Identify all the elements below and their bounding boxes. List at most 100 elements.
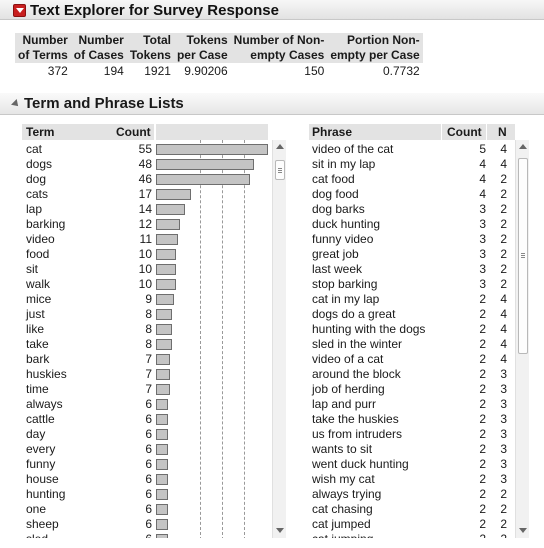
phrase-n: 2 bbox=[500, 262, 507, 276]
term-count: 6 bbox=[145, 397, 152, 411]
term-label: dog bbox=[26, 172, 47, 186]
term-row[interactable]: like 8 bbox=[22, 322, 270, 337]
term-row[interactable]: food 10 bbox=[22, 247, 270, 262]
term-label: video bbox=[26, 232, 55, 246]
phrase-row[interactable]: cat in my lap 2 4 bbox=[309, 292, 515, 307]
term-row[interactable]: day 6 bbox=[22, 427, 270, 442]
phrase-row[interactable]: dog food 4 2 bbox=[309, 187, 515, 202]
phrase-row[interactable]: video of the cat 5 4 bbox=[309, 142, 515, 157]
term-row[interactable]: walk 10 bbox=[22, 277, 270, 292]
phrase-count: 2 bbox=[479, 382, 486, 396]
term-row[interactable]: always 6 bbox=[22, 397, 270, 412]
phrase-row[interactable]: last week 3 2 bbox=[309, 262, 515, 277]
term-count: 7 bbox=[145, 382, 152, 396]
term-list-scrollbar[interactable] bbox=[272, 140, 286, 538]
term-label: huskies bbox=[26, 367, 67, 381]
phrase-count: 2 bbox=[479, 517, 486, 531]
phrase-column-header[interactable]: Phrase bbox=[309, 124, 441, 140]
phrase-row[interactable]: us from intruders 2 3 bbox=[309, 427, 515, 442]
phrase-count: 2 bbox=[479, 412, 486, 426]
phrase-row[interactable]: sit in my lap 4 4 bbox=[309, 157, 515, 172]
phrase-row[interactable]: cat chasing 2 2 bbox=[309, 502, 515, 517]
term-label: walk bbox=[26, 277, 51, 291]
phrase-count: 2 bbox=[479, 397, 486, 411]
term-count-column-header[interactable]: Count bbox=[116, 124, 154, 140]
phrase-row[interactable]: dog barks 3 2 bbox=[309, 202, 515, 217]
phrase-row[interactable]: duck hunting 3 2 bbox=[309, 217, 515, 232]
scroll-up-arrow-icon[interactable] bbox=[519, 144, 527, 149]
term-row[interactable]: dog 46 bbox=[22, 172, 270, 187]
term-count-bar bbox=[156, 519, 168, 530]
phrase-row[interactable]: wish my cat 2 3 bbox=[309, 472, 515, 487]
term-label: sled bbox=[26, 532, 48, 538]
term-count: 6 bbox=[145, 532, 152, 538]
term-list[interactable]: Term Count cat 55 dogs 48 dog 46 cats 17 lap 14 ba… bbox=[22, 124, 292, 538]
term-row[interactable]: mice 9 bbox=[22, 292, 270, 307]
scrollbar-thumb[interactable] bbox=[275, 160, 285, 180]
phrase-label: cat jumping bbox=[312, 532, 373, 538]
term-row[interactable]: house 6 bbox=[22, 472, 270, 487]
term-label: one bbox=[26, 502, 47, 516]
phrase-row[interactable]: cat jumped 2 2 bbox=[309, 517, 515, 532]
term-count-bar bbox=[156, 219, 180, 230]
term-row[interactable]: video 11 bbox=[22, 232, 270, 247]
term-row[interactable]: sheep 6 bbox=[22, 517, 270, 532]
phrase-label: video of a cat bbox=[312, 352, 384, 366]
phrase-n: 4 bbox=[500, 337, 507, 351]
term-row[interactable]: cat 55 bbox=[22, 142, 270, 157]
term-row[interactable]: huskies 7 bbox=[22, 367, 270, 382]
term-row[interactable]: hunting 6 bbox=[22, 487, 270, 502]
phrase-row[interactable]: lap and purr 2 3 bbox=[309, 397, 515, 412]
red-triangle-menu-icon[interactable] bbox=[13, 4, 26, 17]
term-row[interactable]: bark 7 bbox=[22, 352, 270, 367]
term-row[interactable]: cattle 6 bbox=[22, 412, 270, 427]
scroll-down-arrow-icon[interactable] bbox=[276, 528, 284, 533]
term-row[interactable]: cats 17 bbox=[22, 187, 270, 202]
term-row[interactable]: funny 6 bbox=[22, 457, 270, 472]
term-row[interactable]: take 8 bbox=[22, 337, 270, 352]
phrase-n: 3 bbox=[500, 427, 507, 441]
term-count-bar bbox=[156, 354, 170, 365]
phrase-row[interactable]: great job 3 2 bbox=[309, 247, 515, 262]
phrase-row[interactable]: wants to sit 2 3 bbox=[309, 442, 515, 457]
phrase-count-column-header[interactable]: Count bbox=[442, 124, 486, 140]
term-row[interactable]: one 6 bbox=[22, 502, 270, 517]
scroll-up-arrow-icon[interactable] bbox=[276, 144, 284, 149]
summary-header: Number of Cases bbox=[70, 33, 127, 63]
phrase-row[interactable]: funny video 3 2 bbox=[309, 232, 515, 247]
term-row[interactable]: dogs 48 bbox=[22, 157, 270, 172]
disclosure-icon[interactable] bbox=[11, 99, 21, 109]
term-row[interactable]: just 8 bbox=[22, 307, 270, 322]
phrase-list[interactable]: Phrase Count N video of the cat 5 4 sit in … bbox=[309, 124, 531, 538]
term-row[interactable]: every 6 bbox=[22, 442, 270, 457]
term-count: 8 bbox=[145, 307, 152, 321]
term-row[interactable]: sit 10 bbox=[22, 262, 270, 277]
phrase-row[interactable]: cat food 4 2 bbox=[309, 172, 515, 187]
phrase-row[interactable]: went duck hunting 2 3 bbox=[309, 457, 515, 472]
scroll-down-arrow-icon[interactable] bbox=[519, 528, 527, 533]
term-row[interactable]: lap 14 bbox=[22, 202, 270, 217]
term-row[interactable]: sled 6 bbox=[22, 532, 270, 538]
phrase-row[interactable]: take the huskies 2 3 bbox=[309, 412, 515, 427]
phrase-row[interactable]: cat jumping 22 bbox=[309, 532, 515, 538]
term-count: 6 bbox=[145, 517, 152, 531]
phrase-row[interactable]: stop barking 3 2 bbox=[309, 277, 515, 292]
phrase-count: 3 bbox=[479, 247, 486, 261]
term-count: 6 bbox=[145, 502, 152, 516]
scrollbar-thumb[interactable] bbox=[518, 158, 528, 354]
term-row[interactable]: time 7 bbox=[22, 382, 270, 397]
phrase-row[interactable]: video of a cat 2 4 bbox=[309, 352, 515, 367]
term-label: dogs bbox=[26, 157, 53, 171]
phrase-list-scrollbar[interactable] bbox=[515, 140, 529, 538]
term-row[interactable]: barking 12 bbox=[22, 217, 270, 232]
term-label: cats bbox=[26, 187, 49, 201]
phrase-count: 2 bbox=[479, 352, 486, 366]
phrase-row[interactable]: job of herding 2 3 bbox=[309, 382, 515, 397]
phrase-row[interactable]: hunting with the dogs 2 4 bbox=[309, 322, 515, 337]
phrase-row[interactable]: around the block 2 3 bbox=[309, 367, 515, 382]
phrase-row[interactable]: always trying 2 2 bbox=[309, 487, 515, 502]
phrase-row[interactable]: dogs do a great 2 4 bbox=[309, 307, 515, 322]
phrase-row[interactable]: sled in the winter 2 4 bbox=[309, 337, 515, 352]
phrase-n-column-header[interactable]: N bbox=[487, 124, 515, 140]
summary-table: Number of Terms Number of Cases Total Toke… bbox=[15, 33, 423, 79]
